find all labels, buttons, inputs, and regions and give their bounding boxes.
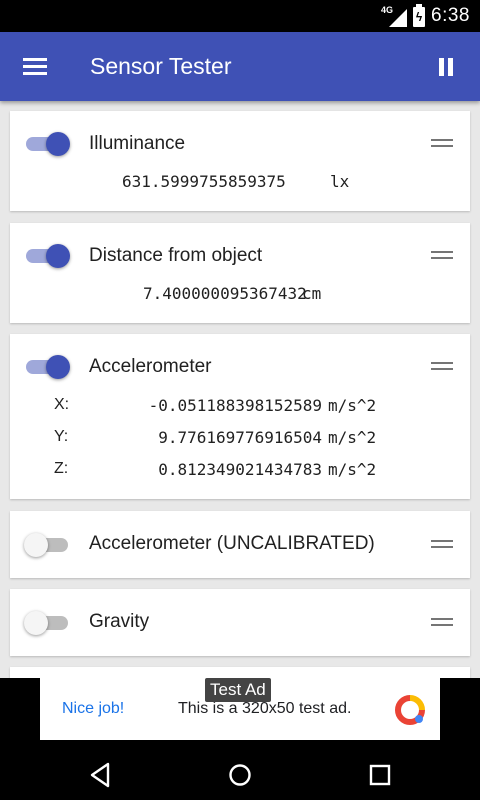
sensor-name: Distance from object [89, 245, 263, 266]
drag-handle-icon[interactable] [431, 360, 453, 372]
sensor-card-distance: Distance from object 7.400000095367432 c… [10, 223, 470, 323]
axis-value-x: -0.051188398152589 [148, 396, 322, 415]
ad-tag: Test Ad [205, 678, 271, 702]
drag-handle-icon[interactable] [431, 137, 453, 149]
ad-headline[interactable]: Nice job! [62, 700, 124, 718]
battery-charging-icon: ϟ [413, 4, 426, 27]
axis-unit-x: m/s^2 [328, 396, 377, 415]
axis-value-y: 9.776169776916504 [158, 428, 322, 447]
axis-label-y: Y: [54, 428, 69, 445]
sensor-toggle-accelerometer-uncalibrated[interactable] [24, 531, 70, 559]
sensor-name: Accelerometer (UNCALIBRATED) [89, 533, 375, 554]
sensor-value: 7.400000095367432 [143, 284, 307, 303]
sensor-name: Accelerometer [89, 356, 212, 377]
ad-logo-icon [395, 695, 425, 725]
axis-unit-z: m/s^2 [328, 460, 377, 479]
sensor-card-partial [10, 667, 470, 678]
sensor-toggle-illuminance[interactable] [24, 130, 70, 158]
ad-area: Nice job! This is a 320x50 test ad. Test… [0, 678, 480, 752]
drag-handle-icon[interactable] [431, 616, 453, 628]
sensor-unit: lx [330, 172, 350, 191]
status-bar: 4G ϟ 6:38 [0, 0, 480, 32]
sensor-card-accelerometer-uncalibrated: Accelerometer (UNCALIBRATED) [10, 511, 470, 578]
sensor-card-accelerometer: Accelerometer X: -0.051188398152589 m/s^… [10, 334, 470, 499]
app-bar: Sensor Tester [0, 32, 480, 101]
pause-icon[interactable] [430, 52, 462, 82]
sensor-toggle-accelerometer[interactable] [24, 353, 70, 381]
axis-value-z: 0.812349021434783 [158, 460, 322, 479]
navigation-bar [0, 752, 480, 800]
sensor-value: 631.5999755859375 [122, 172, 286, 191]
signal-indicator: 4G [381, 5, 408, 27]
drag-handle-icon[interactable] [431, 538, 453, 550]
menu-icon[interactable] [17, 53, 53, 81]
sensor-toggle-gravity[interactable] [24, 609, 70, 637]
sensor-unit: cm [302, 284, 322, 303]
signal-icon [389, 9, 408, 27]
back-icon[interactable] [88, 761, 112, 789]
clock: 6:38 [431, 5, 470, 26]
sensor-name: Illuminance [89, 133, 186, 154]
sensor-name: Gravity [89, 611, 150, 632]
sensor-card-illuminance: Illuminance 631.5999755859375 lx [10, 111, 470, 211]
drag-handle-icon[interactable] [431, 249, 453, 261]
home-icon[interactable] [228, 763, 252, 787]
recent-apps-icon[interactable] [369, 764, 391, 786]
axis-label-x: X: [54, 396, 70, 413]
sensor-card-gravity: Gravity [10, 589, 470, 656]
sensor-toggle-distance[interactable] [24, 242, 70, 270]
ad-body: This is a 320x50 test ad. [178, 700, 352, 717]
axis-label-z: Z: [54, 460, 69, 477]
app-title: Sensor Tester [90, 53, 232, 79]
axis-unit-y: m/s^2 [328, 428, 377, 447]
sensor-list[interactable]: Illuminance 631.5999755859375 lx Distanc… [0, 101, 480, 678]
